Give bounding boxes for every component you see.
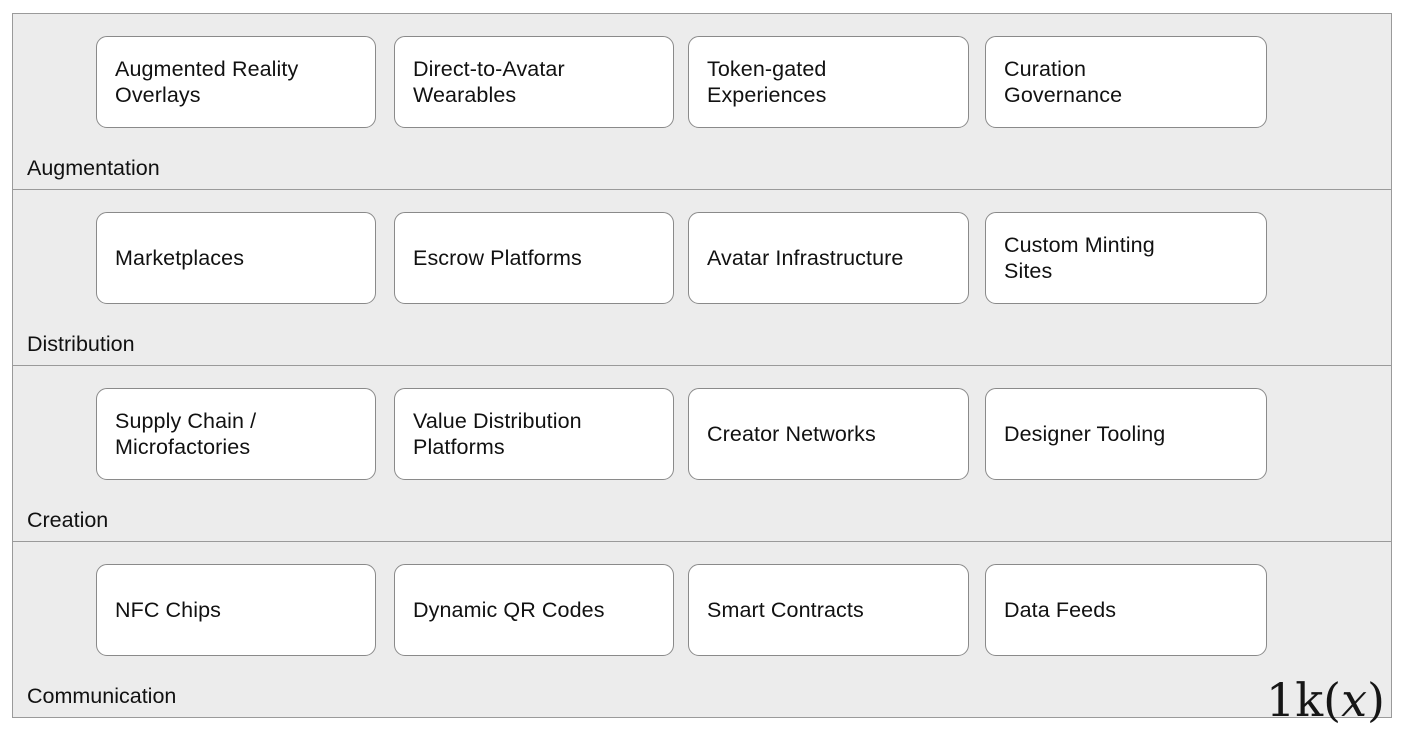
node-direct-to-avatar-wearables[interactable]: Direct-to-Avatar Wearables — [394, 36, 674, 128]
node-label: Marketplaces — [115, 246, 245, 270]
node-label: NFC Chips — [115, 598, 222, 622]
node-label: Escrow Platforms — [413, 246, 582, 270]
node-label: Designer Tooling — [1004, 422, 1166, 446]
band-node-row: NFC Chips Dynamic QR Codes Smart Contrac… — [96, 564, 1377, 656]
node-label: Dynamic QR Codes — [413, 598, 605, 622]
watermark-prefix: 1k( — [1266, 673, 1342, 727]
node-label: Curation Governance — [1004, 57, 1123, 107]
node-nfc-chips[interactable]: NFC Chips — [96, 564, 376, 656]
node-label: Creator Networks — [707, 422, 876, 446]
node-supply-chain-microfactories[interactable]: Supply Chain / Microfactories — [96, 388, 376, 480]
node-label: Augmented Reality Overlays — [115, 57, 299, 107]
node-label: Direct-to-Avatar Wearables — [413, 57, 565, 107]
band-title-communication: Communication — [27, 684, 177, 708]
band-distribution: Marketplaces Escrow Platforms Avatar Inf… — [13, 190, 1391, 366]
node-designer-tooling[interactable]: Designer Tooling — [985, 388, 1267, 480]
node-escrow-platforms[interactable]: Escrow Platforms — [394, 212, 674, 304]
node-curation-governance[interactable]: Curation Governance — [985, 36, 1267, 128]
node-marketplaces[interactable]: Marketplaces — [96, 212, 376, 304]
band-creation: Supply Chain / Microfactories Value Dist… — [13, 366, 1391, 542]
node-value-distribution-platforms[interactable]: Value Distribution Platforms — [394, 388, 674, 480]
band-augmentation: Augmented Reality Overlays Direct-to-Ava… — [13, 14, 1391, 190]
watermark-suffix: ) — [1367, 673, 1385, 727]
watermark-logo: 1k(x) — [1266, 677, 1385, 723]
node-creator-networks[interactable]: Creator Networks — [688, 388, 969, 480]
band-title-distribution: Distribution — [27, 332, 135, 356]
node-token-gated-experiences[interactable]: Token-gated Experiences — [688, 36, 969, 128]
band-node-row: Marketplaces Escrow Platforms Avatar Inf… — [96, 212, 1377, 304]
band-node-row: Augmented Reality Overlays Direct-to-Ava… — [96, 36, 1377, 128]
band-title-creation: Creation — [27, 508, 109, 532]
node-label: Value Distribution Platforms — [413, 409, 582, 459]
band-node-row: Supply Chain / Microfactories Value Dist… — [96, 388, 1377, 480]
node-label: Smart Contracts — [707, 598, 864, 622]
node-label: Avatar Infrastructure — [707, 246, 904, 270]
node-data-feeds[interactable]: Data Feeds — [985, 564, 1267, 656]
band-communication: NFC Chips Dynamic QR Codes Smart Contrac… — [13, 542, 1391, 723]
layered-stack-diagram: Augmented Reality Overlays Direct-to-Ava… — [12, 13, 1392, 723]
node-avatar-infrastructure[interactable]: Avatar Infrastructure — [688, 212, 969, 304]
watermark-variable: x — [1341, 673, 1368, 727]
node-label: Data Feeds — [1004, 598, 1117, 622]
node-label: Token-gated Experiences — [707, 57, 827, 107]
node-smart-contracts[interactable]: Smart Contracts — [688, 564, 969, 656]
node-custom-minting-sites[interactable]: Custom Minting Sites — [985, 212, 1267, 304]
node-label: Supply Chain / Microfactories — [115, 409, 257, 459]
node-dynamic-qr-codes[interactable]: Dynamic QR Codes — [394, 564, 674, 656]
node-label: Custom Minting Sites — [1004, 233, 1155, 283]
band-title-augmentation: Augmentation — [27, 156, 160, 180]
node-augmented-reality-overlays[interactable]: Augmented Reality Overlays — [96, 36, 376, 128]
